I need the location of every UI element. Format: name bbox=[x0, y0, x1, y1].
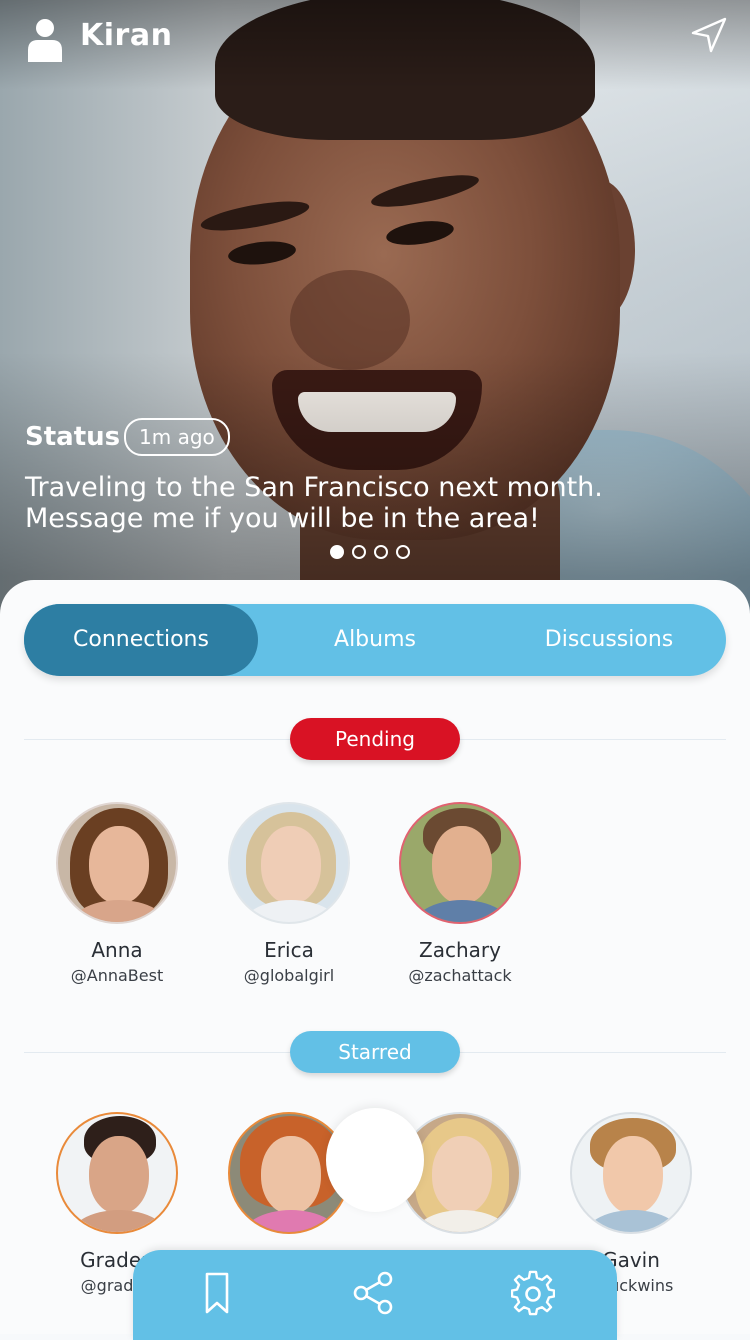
bottom-nav bbox=[133, 1250, 617, 1340]
person-handle: @zachattack bbox=[408, 966, 512, 985]
pending-section-header: Pending bbox=[24, 718, 726, 762]
pending-person-erica[interactable]: Erica @globalgirl bbox=[204, 802, 374, 985]
hero-shade bbox=[0, 0, 750, 640]
avatar-face bbox=[432, 826, 492, 904]
status-time-badge: 1m ago bbox=[124, 418, 230, 456]
person-name: Anna bbox=[91, 938, 143, 962]
avatar-face bbox=[89, 826, 149, 904]
share-icon[interactable] bbox=[351, 1270, 395, 1316]
person-handle: @AnnaBest bbox=[70, 966, 164, 985]
status-message: Traveling to the San Francisco next mont… bbox=[25, 472, 725, 534]
avatar-face bbox=[261, 826, 321, 904]
avatar-face bbox=[603, 1136, 663, 1214]
avatar[interactable] bbox=[56, 1112, 178, 1234]
content-card: Connections Albums Discussions Pending A… bbox=[0, 580, 750, 1334]
bookmark-icon[interactable] bbox=[195, 1270, 239, 1316]
avatar-body bbox=[68, 1210, 170, 1232]
pending-label: Pending bbox=[290, 718, 460, 760]
user-icon[interactable] bbox=[26, 18, 64, 62]
avatar-face bbox=[261, 1136, 321, 1214]
user-name[interactable]: Kiran bbox=[80, 18, 172, 53]
avatar[interactable] bbox=[399, 802, 521, 924]
top-bar: Kiran bbox=[0, 0, 750, 80]
carousel-dots bbox=[330, 545, 410, 559]
center-action-button[interactable] bbox=[326, 1108, 424, 1212]
avatar-body bbox=[582, 1210, 684, 1232]
avatar-face bbox=[89, 1136, 149, 1214]
avatar[interactable] bbox=[228, 802, 350, 924]
send-icon[interactable] bbox=[690, 16, 728, 54]
avatar[interactable] bbox=[56, 802, 178, 924]
avatar-body bbox=[411, 900, 513, 922]
status-message-line: Traveling to the San Francisco next mont… bbox=[25, 472, 603, 503]
tab-bar: Connections Albums Discussions bbox=[24, 604, 726, 676]
carousel-dot[interactable] bbox=[352, 545, 366, 559]
pending-person-anna[interactable]: Anna @AnnaBest bbox=[32, 802, 202, 985]
carousel-dot[interactable] bbox=[330, 545, 344, 559]
gear-icon[interactable] bbox=[511, 1270, 555, 1316]
avatar-body bbox=[240, 900, 342, 922]
carousel-dot[interactable] bbox=[374, 545, 388, 559]
tab-discussions[interactable]: Discussions bbox=[492, 604, 726, 676]
profile-hero-photo bbox=[0, 0, 750, 640]
status-message-line: Message me if you will be in the area! bbox=[25, 503, 540, 534]
carousel-dot[interactable] bbox=[396, 545, 410, 559]
person-name: Zachary bbox=[419, 938, 501, 962]
tab-connections[interactable]: Connections bbox=[24, 604, 258, 676]
avatar-face bbox=[432, 1136, 492, 1214]
status-title: Status bbox=[25, 422, 121, 452]
pending-person-zachary[interactable]: Zachary @zachattack bbox=[375, 802, 545, 985]
avatar[interactable] bbox=[570, 1112, 692, 1234]
tab-albums[interactable]: Albums bbox=[258, 604, 492, 676]
person-name: Erica bbox=[264, 938, 314, 962]
starred-section-header: Starred bbox=[24, 1031, 726, 1075]
person-handle: @globalgirl bbox=[243, 966, 335, 985]
avatar-body bbox=[240, 1210, 342, 1232]
starred-label: Starred bbox=[290, 1031, 460, 1073]
